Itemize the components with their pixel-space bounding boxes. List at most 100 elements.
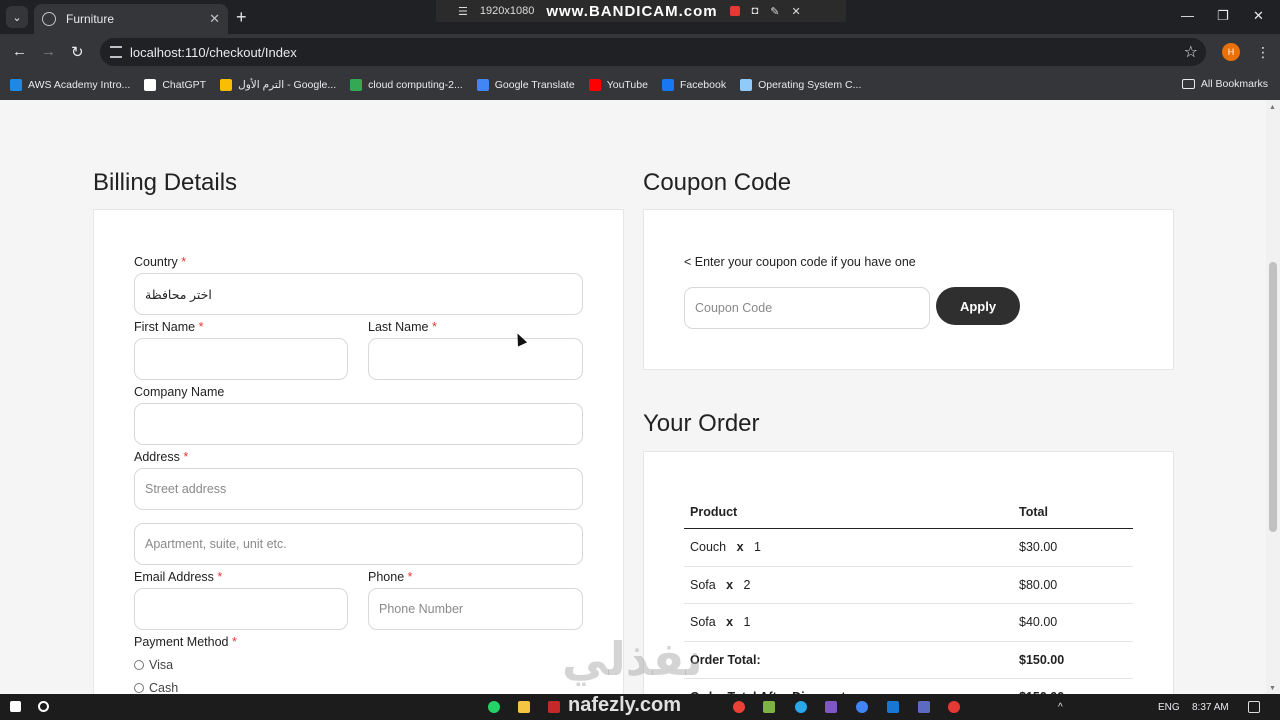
chrome-active-icon[interactable] <box>856 701 868 713</box>
scroll-thumb[interactable] <box>1269 262 1277 532</box>
radio-icon[interactable] <box>134 660 144 670</box>
notification-icon[interactable] <box>1248 701 1260 713</box>
bookmark-item[interactable]: AWS Academy Intro... <box>10 79 130 91</box>
email-label: Email Address * <box>134 570 223 584</box>
coupon-title: Coupon Code <box>643 169 792 196</box>
reload-icon[interactable]: ↻ <box>71 43 84 61</box>
windows-start-icon[interactable] <box>10 701 21 712</box>
payment-option-cash[interactable]: Cash <box>134 681 178 695</box>
apartment-input[interactable]: Apartment, suite, unit etc. <box>134 523 583 565</box>
last-name-label: Last Name * <box>368 320 437 334</box>
store-icon[interactable] <box>763 701 775 713</box>
company-label: Company Name <box>134 385 225 399</box>
forward-icon[interactable]: → <box>41 43 56 60</box>
bookmark-item[interactable]: cloud computing-2... <box>350 79 463 91</box>
bookmark-favicon-icon <box>10 79 22 91</box>
bookmark-favicon-icon <box>476 79 489 91</box>
table-row: Sofa x 2 $80.00 <box>684 567 1133 604</box>
bandicam-icon[interactable] <box>948 701 960 713</box>
acrobat-icon[interactable] <box>548 701 560 713</box>
watermark-latin: nafezly.com <box>568 694 681 716</box>
telegram-icon[interactable] <box>795 701 807 713</box>
terminal-icon[interactable] <box>918 701 930 713</box>
row-total-cell: $30.00 <box>1019 540 1058 555</box>
country-select[interactable]: اختر محافظة <box>134 273 583 315</box>
mail-icon[interactable] <box>887 701 899 713</box>
email-input[interactable] <box>134 588 348 630</box>
bookmark-item[interactable]: الترم الأول - Google... <box>220 79 336 91</box>
language-indicator[interactable]: ENG <box>1158 702 1180 713</box>
globe-icon <box>42 12 56 26</box>
close-window-icon[interactable]: ✕ <box>1253 8 1264 24</box>
table-row: Sofa x 1 $40.00 <box>684 604 1133 642</box>
watermark-arabic: نفذلي <box>562 633 703 685</box>
url-text: localhost:110/checkout/Index <box>130 44 297 60</box>
coupon-input[interactable]: Coupon Code <box>684 287 930 329</box>
bookmark-item[interactable]: ChatGPT <box>144 79 206 91</box>
active-tab[interactable]: Furniture ✕ <box>34 4 228 34</box>
radio-icon[interactable] <box>134 683 144 693</box>
product-cell: Sofa x 2 <box>690 577 751 592</box>
profile-avatar[interactable]: H <box>1222 43 1240 61</box>
vertical-scrollbar[interactable]: ▲ ▼ <box>1266 100 1280 694</box>
payment-option-visa[interactable]: Visa <box>134 658 173 672</box>
bookmark-favicon-icon <box>350 79 363 91</box>
first-name-input[interactable] <box>134 338 348 380</box>
url-field[interactable]: localhost:110/checkout/Index ☆ <box>100 38 1206 66</box>
last-name-input[interactable] <box>368 338 583 380</box>
bookmark-label: Operating System C... <box>758 79 862 91</box>
bookmark-favicon-icon <box>144 79 157 91</box>
new-tab-button[interactable]: + <box>236 7 247 28</box>
camera-icon[interactable]: ◘ <box>752 5 759 17</box>
order-total-row: Order Total: $150.00 <box>684 642 1133 679</box>
all-bookmarks-button[interactable]: All Bookmarks <box>1181 78 1268 90</box>
bookmark-label: Google Translate <box>494 79 575 91</box>
apply-coupon-button[interactable]: Apply <box>936 287 1020 325</box>
file-explorer-icon[interactable] <box>518 701 530 713</box>
bookmarks-bar: AWS Academy Intro... ChatGPT الترم الأول -… <box>0 70 1280 100</box>
payment-method-label: Payment Method * <box>134 635 237 649</box>
bookmark-item[interactable]: YouTube <box>588 79 648 91</box>
bookmark-favicon-icon <box>661 79 674 91</box>
table-row: Couch x 1 $30.00 <box>684 529 1133 567</box>
visual-studio-icon[interactable] <box>825 701 837 713</box>
maximize-icon[interactable]: ❐ <box>1217 8 1229 24</box>
payment-option-label: Cash <box>149 681 179 695</box>
bookmark-favicon-icon <box>588 79 601 91</box>
whatsapp-icon[interactable] <box>488 701 500 713</box>
street-address-input[interactable]: Street address <box>134 468 583 510</box>
bookmark-star-icon[interactable]: ☆ <box>1184 42 1198 62</box>
bookmark-item[interactable]: Google Translate <box>476 79 575 91</box>
bookmark-item[interactable]: Operating System C... <box>740 79 861 91</box>
product-cell: Sofa x 1 <box>690 615 751 630</box>
pencil-icon[interactable]: ✎ <box>770 5 779 18</box>
tab-search-button[interactable]: ⌄ <box>6 6 28 28</box>
chrome-icon[interactable] <box>733 701 745 713</box>
menu-icon[interactable]: ☰ <box>458 5 468 18</box>
phone-input[interactable]: Phone Number <box>368 588 583 630</box>
record-icon[interactable] <box>729 6 740 16</box>
site-info-icon[interactable] <box>110 46 122 58</box>
bookmark-item[interactable]: Facebook <box>661 79 726 91</box>
order-total-value: $150.00 <box>1019 652 1065 667</box>
search-icon[interactable] <box>38 701 49 712</box>
folder-icon <box>1181 79 1195 89</box>
tab-strip: ⌄ Furniture ✕ + ☰ 1920x1080 www.BANDICAM… <box>0 0 1280 34</box>
billing-title: Billing Details <box>93 169 238 196</box>
company-input[interactable] <box>134 403 583 445</box>
bookmark-favicon-icon <box>740 79 753 91</box>
row-total-cell: $80.00 <box>1019 577 1058 592</box>
menu-kebab-icon[interactable]: ⋮ <box>1256 44 1270 61</box>
payment-option-label: Visa <box>149 658 174 672</box>
bookmark-favicon-icon <box>220 79 233 91</box>
back-icon[interactable]: ← <box>12 43 27 60</box>
bookmark-label: cloud computing-2... <box>368 79 463 91</box>
scroll-down-icon[interactable]: ▼ <box>1269 685 1276 692</box>
minimize-icon[interactable]: — <box>1181 8 1194 23</box>
close-recorder-icon[interactable]: ✕ <box>791 5 800 18</box>
clock[interactable]: 8:37 AM <box>1192 702 1229 713</box>
scroll-up-icon[interactable]: ▲ <box>1269 104 1276 111</box>
phone-label: Phone * <box>368 570 413 584</box>
close-tab-icon[interactable]: ✕ <box>209 11 220 27</box>
tray-chevron-icon[interactable]: ^ <box>1058 702 1063 713</box>
